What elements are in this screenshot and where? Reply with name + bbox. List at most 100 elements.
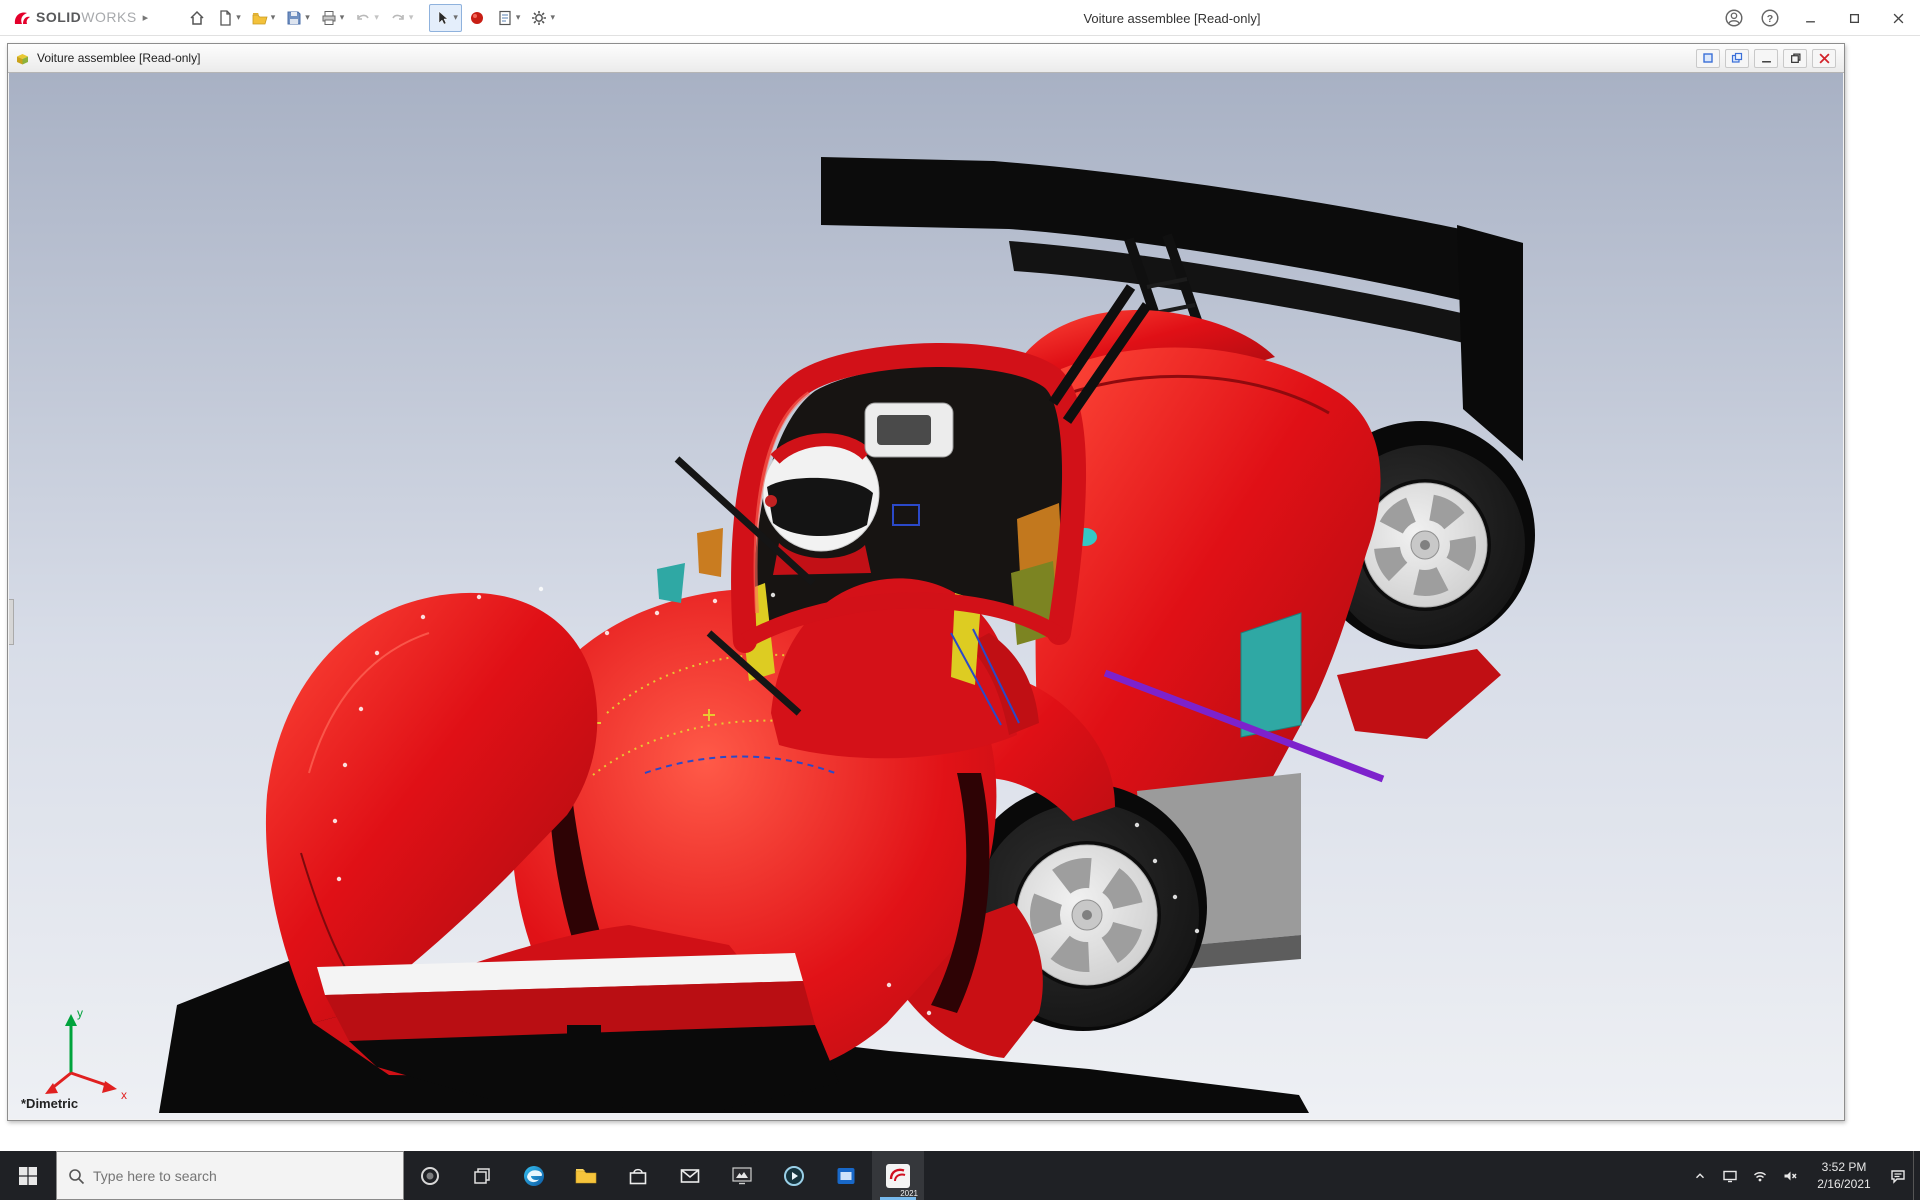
- dropdown-arrow-icon[interactable]: ▾: [271, 12, 276, 23]
- file-properties-button[interactable]: ▾: [492, 4, 525, 32]
- graphics-viewport[interactable]: x y *Dimetric: [9, 73, 1843, 1119]
- close-button[interactable]: [1876, 0, 1920, 36]
- dropdown-arrow-icon[interactable]: ▾: [409, 12, 414, 23]
- search-icon: [67, 1167, 85, 1185]
- open-button[interactable]: ▾: [247, 4, 280, 32]
- account-button[interactable]: [1716, 0, 1752, 36]
- print-icon: [320, 9, 338, 27]
- taskbar-app-edge[interactable]: [508, 1151, 560, 1200]
- ds-logo-icon: [12, 9, 32, 27]
- select-tool-button[interactable]: ▾: [429, 4, 462, 32]
- action-center-button[interactable]: [1883, 1151, 1913, 1200]
- dropdown-arrow-icon[interactable]: ▾: [340, 12, 345, 23]
- taskbar-search[interactable]: [56, 1151, 404, 1200]
- minimize-icon: [1805, 13, 1816, 24]
- clock-date: 2/16/2021: [1817, 1176, 1870, 1192]
- system-tray: [1685, 1151, 1805, 1200]
- user-account-icon: [1724, 8, 1744, 28]
- document-title: Voiture assemblee [Read-only]: [37, 51, 200, 65]
- search-input[interactable]: [93, 1168, 393, 1184]
- taskbar-app-photos[interactable]: [716, 1151, 768, 1200]
- dropdown-arrow-icon[interactable]: ▾: [236, 12, 241, 23]
- print-button[interactable]: ▾: [316, 4, 349, 32]
- file-explorer-icon: [574, 1164, 598, 1188]
- volume-muted-icon: [1782, 1168, 1798, 1184]
- network-tray-button[interactable]: [1745, 1151, 1775, 1200]
- close-icon: [1819, 53, 1830, 64]
- taskbar-app-store[interactable]: [612, 1151, 664, 1200]
- brand-expand-arrow-icon[interactable]: ▸: [143, 11, 149, 24]
- task-view-button[interactable]: [456, 1151, 508, 1200]
- hidden-icons-button[interactable]: [1685, 1151, 1715, 1200]
- network-icon: [1752, 1168, 1768, 1184]
- chevron-up-icon: [1693, 1169, 1707, 1183]
- undo-icon: [354, 9, 372, 27]
- taskbar-app-file-explorer[interactable]: [560, 1151, 612, 1200]
- solidworks-2021-icon: [885, 1163, 911, 1189]
- help-button[interactable]: ?: [1752, 0, 1788, 36]
- maximize-icon: [1849, 13, 1860, 24]
- options-button[interactable]: ▾: [526, 4, 559, 32]
- dropdown-arrow-icon[interactable]: ▾: [453, 12, 458, 23]
- windows-taskbar: 2021 3:52 PM 2/16/2021: [0, 1151, 1920, 1200]
- triad-x-label: x: [121, 1088, 127, 1102]
- document-titlebar[interactable]: Voiture assemblee [Read-only]: [8, 44, 1844, 73]
- select-cursor-icon: [433, 9, 451, 27]
- windows-logo-icon: [18, 1166, 38, 1186]
- doc-minimize-button[interactable]: [1754, 49, 1778, 68]
- display-tray-button[interactable]: [1715, 1151, 1745, 1200]
- red-sphere-icon: [468, 9, 486, 27]
- svg-text:?: ?: [1767, 13, 1773, 25]
- volume-tray-button[interactable]: [1775, 1151, 1805, 1200]
- photos-icon: [730, 1164, 754, 1188]
- doc-close-button[interactable]: [1812, 49, 1836, 68]
- file-properties-icon: [496, 9, 514, 27]
- action-center-icon: [1889, 1167, 1907, 1185]
- solidworks-logo: SOLIDWORKS ▸: [0, 9, 158, 27]
- taskbar-app-mail[interactable]: [664, 1151, 716, 1200]
- taskbar-app-solidworks[interactable]: 2021: [872, 1151, 924, 1200]
- gear-icon: [530, 9, 548, 27]
- maximize-button[interactable]: [1832, 0, 1876, 36]
- featuremanager-splitter[interactable]: [9, 599, 14, 645]
- redo-button[interactable]: ▾: [385, 4, 418, 32]
- side-mirror[interactable]: [865, 403, 953, 457]
- clock-time: 3:52 PM: [1822, 1159, 1867, 1175]
- cortana-button[interactable]: [404, 1151, 456, 1200]
- window-left-button[interactable]: [1696, 49, 1720, 68]
- doc-restore-button[interactable]: [1783, 49, 1807, 68]
- taskbar-app-media[interactable]: [768, 1151, 820, 1200]
- document-window-controls: [1696, 49, 1844, 68]
- 3d-viewport-scene[interactable]: x y: [9, 73, 1843, 1119]
- minimize-button[interactable]: [1788, 0, 1832, 36]
- save-icon: [285, 9, 303, 27]
- dropdown-arrow-icon[interactable]: ▾: [374, 12, 379, 23]
- save-button[interactable]: ▾: [281, 4, 314, 32]
- start-button[interactable]: [0, 1151, 56, 1200]
- media-player-icon: [782, 1164, 806, 1188]
- taskbar-clock[interactable]: 3:52 PM 2/16/2021: [1805, 1151, 1883, 1200]
- edge-icon: [522, 1164, 546, 1188]
- restore-icon: [1790, 53, 1801, 64]
- blue-windows-icon: [1731, 52, 1743, 64]
- task-view-icon: [472, 1166, 492, 1186]
- triad-y-label: y: [77, 1006, 83, 1020]
- dropdown-arrow-icon[interactable]: ▾: [516, 12, 521, 23]
- store-icon: [626, 1164, 650, 1188]
- new-document-button[interactable]: ▾: [212, 4, 245, 32]
- open-folder-icon: [251, 9, 269, 27]
- quick-access-toolbar: ▾ ▾ ▾ ▾ ▾ ▾: [184, 4, 559, 32]
- display-icon: [1722, 1168, 1738, 1184]
- render-tools-button[interactable]: [464, 4, 490, 32]
- taskbar-app-window[interactable]: [820, 1151, 872, 1200]
- dropdown-arrow-icon[interactable]: ▾: [305, 12, 310, 23]
- brand-text: SOLID: [36, 9, 81, 25]
- assembly-icon: [14, 50, 31, 67]
- window-right-button[interactable]: [1725, 49, 1749, 68]
- undo-button[interactable]: ▾: [350, 4, 383, 32]
- show-desktop-button[interactable]: [1913, 1151, 1920, 1200]
- home-icon: [188, 9, 206, 27]
- home-button[interactable]: [184, 4, 210, 32]
- app-titlebar-controls: ?: [1716, 0, 1920, 36]
- dropdown-arrow-icon[interactable]: ▾: [550, 12, 555, 23]
